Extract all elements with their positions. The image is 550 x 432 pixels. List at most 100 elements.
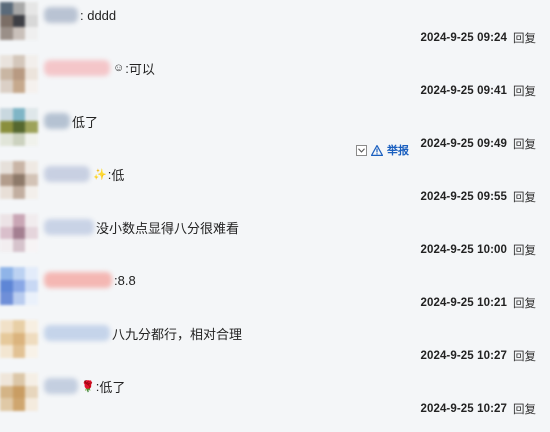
reply-button[interactable]: 回复 xyxy=(513,136,536,152)
avatar-pixel xyxy=(25,161,38,174)
avatar-pixel xyxy=(12,320,26,333)
avatar[interactable] xyxy=(0,108,38,146)
chevron-down-icon xyxy=(358,147,365,153)
avatar-pixel xyxy=(12,345,26,358)
username-blurred[interactable] xyxy=(44,166,90,182)
warning-icon[interactable] xyxy=(371,144,383,156)
comment-item: 🌹 : 低了 2024-9-25 10:27 回复 xyxy=(0,371,550,423)
comment-time: 2024-9-25 10:21 xyxy=(420,297,507,309)
avatar-pixel xyxy=(12,173,26,187)
avatar[interactable] xyxy=(0,320,38,358)
comment-time: 2024-9-25 10:27 xyxy=(420,403,507,415)
avatar-pixel xyxy=(12,186,26,199)
avatar-pixel xyxy=(12,385,26,399)
avatar-pixel xyxy=(25,2,38,15)
comment-body: 低了 xyxy=(44,112,98,130)
more-options-dropdown[interactable] xyxy=(356,144,367,156)
avatar-pixel xyxy=(0,279,13,293)
avatar-pixel xyxy=(25,320,38,333)
comment-body: 🌹 : 低了 xyxy=(44,377,125,395)
avatar-pixel xyxy=(25,279,38,293)
comment-item: 没小数点显得八分很难看 2024-9-25 10:00 回复 xyxy=(0,212,550,264)
comment-meta: 2024-9-25 10:27 回复 xyxy=(420,401,536,417)
avatar-pixel xyxy=(12,2,26,15)
avatar-pixel xyxy=(25,173,38,187)
avatar[interactable] xyxy=(0,2,38,40)
reply-button[interactable]: 回复 xyxy=(513,242,536,258)
avatar[interactable] xyxy=(0,373,38,411)
avatar-pixel xyxy=(12,27,26,40)
avatar-pixel xyxy=(12,292,26,305)
avatar-pixel xyxy=(12,133,26,146)
avatar-pixel xyxy=(0,292,13,305)
avatar-pixel xyxy=(0,345,13,358)
username-blurred[interactable] xyxy=(44,219,94,235)
avatar-pixel xyxy=(0,67,13,81)
avatar-pixel xyxy=(25,133,38,146)
username-blurred[interactable] xyxy=(44,378,78,394)
avatar-pixel xyxy=(25,385,38,399)
comment-body: ✨ : 低 xyxy=(44,165,124,183)
avatar-pixel xyxy=(25,239,38,252)
comment-meta: 2024-9-25 09:55 回复 xyxy=(420,189,536,205)
avatar[interactable] xyxy=(0,267,38,305)
avatar-pixel xyxy=(0,226,13,240)
avatar-pixel xyxy=(0,55,13,68)
comment-time: 2024-9-25 09:41 xyxy=(420,85,507,97)
avatar-pixel xyxy=(0,267,13,280)
avatar-pixel xyxy=(0,120,13,134)
comment-item: ✨ : 低 2024-9-25 09:55 回复 xyxy=(0,159,550,211)
username-blurred[interactable] xyxy=(44,60,110,76)
comment-time: 2024-9-25 09:24 xyxy=(420,32,507,44)
comment-time: 2024-9-25 10:27 xyxy=(420,350,507,362)
avatar-pixel xyxy=(25,27,38,40)
username-blurred[interactable] xyxy=(44,113,70,129)
reply-button[interactable]: 回复 xyxy=(513,189,536,205)
avatar-pixel xyxy=(25,108,38,121)
avatar-pixel xyxy=(0,320,13,333)
reply-button[interactable]: 回复 xyxy=(513,30,536,46)
avatar-pixel xyxy=(0,80,13,93)
avatar-pixel xyxy=(12,267,26,280)
avatar[interactable] xyxy=(0,55,38,93)
username-blurred[interactable] xyxy=(44,272,112,288)
comment-time: 2024-9-25 09:55 xyxy=(420,191,507,203)
username-blurred[interactable] xyxy=(44,7,78,23)
avatar-pixel xyxy=(0,214,13,227)
comment-body: 没小数点显得八分很难看 xyxy=(44,218,239,236)
comment-text: : dddd xyxy=(80,7,117,23)
reply-button[interactable]: 回复 xyxy=(513,348,536,364)
comment-item: : 8.8 2024-9-25 10:21 回复 xyxy=(0,265,550,317)
avatar-pixel xyxy=(12,80,26,93)
rose-icon: 🌹 xyxy=(81,380,95,393)
avatar-pixel xyxy=(0,332,13,346)
reply-button[interactable]: 回复 xyxy=(513,401,536,417)
avatar-pixel xyxy=(12,214,26,227)
avatar-pixel xyxy=(12,239,26,252)
avatar-pixel xyxy=(0,2,13,15)
report-tools: 举报 xyxy=(356,142,409,158)
avatar[interactable] xyxy=(0,161,38,199)
avatar-pixel xyxy=(12,398,26,411)
avatar-pixel xyxy=(25,67,38,81)
avatar-pixel xyxy=(25,55,38,68)
avatar-pixel xyxy=(0,133,13,146)
sparkle-icon: ✨ xyxy=(93,168,107,181)
avatar-pixel xyxy=(12,373,26,386)
avatar-pixel xyxy=(25,120,38,134)
avatar-pixel xyxy=(12,226,26,240)
avatar-pixel xyxy=(12,108,26,121)
username-blurred[interactable] xyxy=(44,325,110,341)
avatar-pixel xyxy=(25,345,38,358)
comment-meta: 2024-9-25 09:49 回复 xyxy=(420,136,536,152)
comment-list: : dddd 2024-9-25 09:24 回复 ☺ : 可以 2024-9-… xyxy=(0,0,550,432)
report-button[interactable]: 举报 xyxy=(387,142,409,158)
reply-button[interactable]: 回复 xyxy=(513,295,536,311)
reply-button[interactable]: 回复 xyxy=(513,83,536,99)
comment-text: 8.8 xyxy=(117,272,136,288)
avatar-pixel xyxy=(0,173,13,187)
avatar[interactable] xyxy=(0,214,38,252)
avatar-pixel xyxy=(25,226,38,240)
comment-meta: 2024-9-25 10:21 回复 xyxy=(420,295,536,311)
avatar-pixel xyxy=(12,120,26,134)
